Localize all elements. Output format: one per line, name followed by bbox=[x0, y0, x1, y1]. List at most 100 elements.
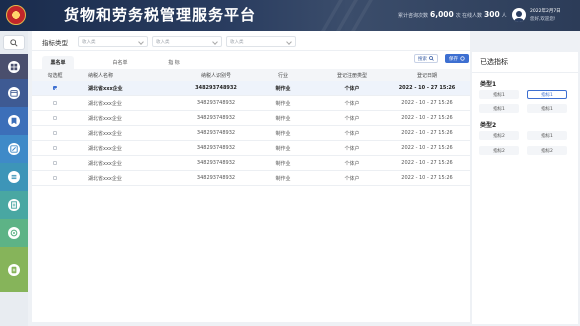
indicator-chip[interactable]: 指标2 bbox=[527, 146, 567, 155]
row-checkbox[interactable] bbox=[32, 171, 78, 185]
save-icon bbox=[460, 56, 465, 61]
checkbox[interactable] bbox=[53, 161, 57, 165]
search-button[interactable]: 搜索 bbox=[414, 54, 438, 63]
industry: 制作业 bbox=[275, 100, 291, 107]
checkbox[interactable] bbox=[53, 86, 57, 90]
selected-indicators-panel: 已选指标 类型1 指标1 指标1 指标1 指标1 类型2 指标2 指标1 指标2… bbox=[472, 52, 578, 324]
registration-type: 个体户 bbox=[344, 100, 360, 107]
emblem-logo bbox=[6, 5, 26, 25]
nav-item-bookmark[interactable] bbox=[0, 107, 28, 135]
column-header-select: 勾选框 bbox=[47, 72, 63, 79]
document-icon bbox=[8, 199, 20, 211]
registration-date: 2022 - 10 - 27 15:26 bbox=[401, 175, 453, 181]
taxpayer-name: 湖北省xxx企业 bbox=[88, 160, 122, 167]
indicator-chip[interactable]: 指标1 bbox=[527, 104, 567, 113]
table-row[interactable]: 湖北省xxx企业 348293748932 制作业 个体户 2022 - 10 - 27… bbox=[32, 126, 470, 141]
divider bbox=[472, 72, 578, 73]
tab-whitelist[interactable]: 白名单 bbox=[90, 56, 150, 69]
taxpayer-name: 湖北省xxx企业 bbox=[88, 145, 122, 152]
industry: 制作业 bbox=[275, 175, 291, 182]
main-panel: 指标类型 收入类 收入类 收入类 黑名单 白名单 指 标 搜索 保存 勾选框 纳… bbox=[32, 31, 470, 322]
row-checkbox[interactable] bbox=[32, 126, 78, 140]
checkbox[interactable] bbox=[53, 131, 57, 135]
industry: 制作业 bbox=[275, 145, 291, 152]
registration-type: 个体户 bbox=[344, 85, 360, 92]
nav-item-dashboard[interactable] bbox=[0, 54, 28, 79]
nav-item-calendar[interactable] bbox=[0, 79, 28, 107]
tax-id: 348293748932 bbox=[195, 85, 237, 91]
tax-id: 348293748932 bbox=[196, 115, 236, 121]
indicator-type-select-2[interactable]: 收入类 bbox=[152, 36, 222, 47]
search-button[interactable] bbox=[3, 35, 25, 50]
user-avatar[interactable] bbox=[512, 8, 526, 22]
consult-count-stat: 累计咨询次数 6,000 次 bbox=[398, 10, 461, 19]
taxpayer-name: 湖北省xxx企业 bbox=[88, 85, 123, 92]
checkbox[interactable] bbox=[53, 116, 57, 120]
registration-date: 2022 - 10 - 27 15:26 bbox=[401, 100, 453, 106]
tax-id: 348293748932 bbox=[196, 130, 236, 136]
indicator-chip-selected[interactable]: 指标1 bbox=[527, 90, 567, 99]
stat-unit: 人 bbox=[501, 13, 507, 19]
indicator-type-select-3[interactable]: 收入类 bbox=[226, 36, 296, 47]
tax-id: 348293748932 bbox=[196, 145, 236, 151]
grid-icon bbox=[8, 60, 20, 73]
left-sidebar bbox=[0, 31, 28, 326]
column-header-reg-type: 登记注册类型 bbox=[336, 72, 367, 79]
table-row[interactable]: 湖北省xxx企业 348293748932 制作业 个体户 2022 - 10 - 27… bbox=[32, 96, 470, 111]
indicator-type-select-1[interactable]: 收入类 bbox=[78, 36, 148, 47]
row-checkbox[interactable] bbox=[32, 111, 78, 125]
tax-id: 348293748932 bbox=[196, 100, 236, 106]
column-header-tax-id: 纳税人识别号 bbox=[200, 72, 231, 79]
indicator-chip[interactable]: 指标1 bbox=[527, 131, 567, 140]
right-panel-top-gap bbox=[470, 31, 580, 52]
notes-icon bbox=[8, 263, 20, 276]
row-checkbox[interactable] bbox=[32, 141, 78, 155]
nav-item-document[interactable] bbox=[0, 191, 28, 219]
row-checkbox[interactable] bbox=[32, 156, 78, 170]
registration-date: 2022 - 10 - 27 15:26 bbox=[398, 85, 456, 91]
table-row[interactable]: 湖北省xxx企业 348293748932 制作业 个体户 2022 - 10 - 27… bbox=[32, 171, 470, 186]
filter-label: 指标类型 bbox=[42, 39, 68, 47]
bookmark-icon bbox=[8, 115, 20, 127]
registration-type: 个体户 bbox=[344, 115, 360, 122]
row-checkbox[interactable] bbox=[32, 81, 78, 95]
registration-type: 个体户 bbox=[344, 145, 360, 152]
nav-item-edit[interactable] bbox=[0, 135, 28, 163]
user-greeting: 您好,欢迎您! bbox=[530, 17, 556, 22]
table-row[interactable]: 湖北省xxx企业 348293748932 制作业 个体户 2022 - 10 - 27… bbox=[32, 156, 470, 171]
list-icon bbox=[8, 171, 20, 183]
indicator-chip[interactable]: 指标1 bbox=[479, 104, 519, 113]
registration-date: 2022 - 10 - 27 15:26 bbox=[401, 145, 453, 151]
table-row[interactable]: 湖北省xxx企业 348293748932 制作业 个体户 2022 - 10 - 27… bbox=[32, 111, 470, 126]
stat-value: 6,000 bbox=[430, 10, 454, 19]
registration-type: 个体户 bbox=[344, 160, 360, 167]
tab-indicator[interactable]: 指 标 bbox=[144, 56, 204, 69]
registration-date: 2022 - 10 - 27 15:26 bbox=[401, 130, 453, 136]
tab-blacklist[interactable]: 黑名单 bbox=[42, 56, 74, 69]
table-header-row: 勾选框 纳税人名称 纳税人识别号 行业 登记注册类型 登记日期 bbox=[32, 69, 470, 81]
checkbox[interactable] bbox=[53, 101, 57, 105]
category-label-1: 类型1 bbox=[480, 81, 497, 88]
nav-item-list[interactable] bbox=[0, 163, 28, 191]
table-row[interactable]: 湖北省xxx企业 348293748932 制作业 个体户 2022 - 10 - 27… bbox=[32, 141, 470, 156]
industry: 制作业 bbox=[275, 130, 291, 137]
table-row[interactable]: 湖北省xxx企业 348293748932 制作业 个体户 2022 - 10 - 27… bbox=[32, 81, 470, 96]
save-button[interactable]: 保存 bbox=[445, 54, 469, 63]
calendar-icon bbox=[8, 87, 20, 99]
indicator-chip[interactable]: 指标2 bbox=[479, 146, 519, 155]
checkbox[interactable] bbox=[53, 176, 57, 180]
industry: 制作业 bbox=[275, 160, 291, 167]
taxpayer-name: 湖北省xxx企业 bbox=[88, 175, 122, 182]
taxpayer-name: 湖北省xxx企业 bbox=[88, 130, 122, 137]
checkbox[interactable] bbox=[53, 146, 57, 150]
column-header-industry: 行业 bbox=[277, 72, 288, 79]
indicator-chip[interactable]: 指标1 bbox=[479, 90, 519, 99]
selected-indicators-title: 已选指标 bbox=[480, 58, 508, 66]
taxpayer-name: 湖北省xxx企业 bbox=[88, 100, 122, 107]
row-checkbox[interactable] bbox=[32, 96, 78, 110]
user-date: 2022年2月7日 bbox=[530, 9, 561, 14]
filter-row: 指标类型 收入类 收入类 收入类 bbox=[32, 31, 470, 51]
nav-item-settings[interactable] bbox=[0, 219, 28, 247]
indicator-chip[interactable]: 指标2 bbox=[479, 131, 519, 140]
nav-item-notes[interactable] bbox=[0, 247, 28, 292]
